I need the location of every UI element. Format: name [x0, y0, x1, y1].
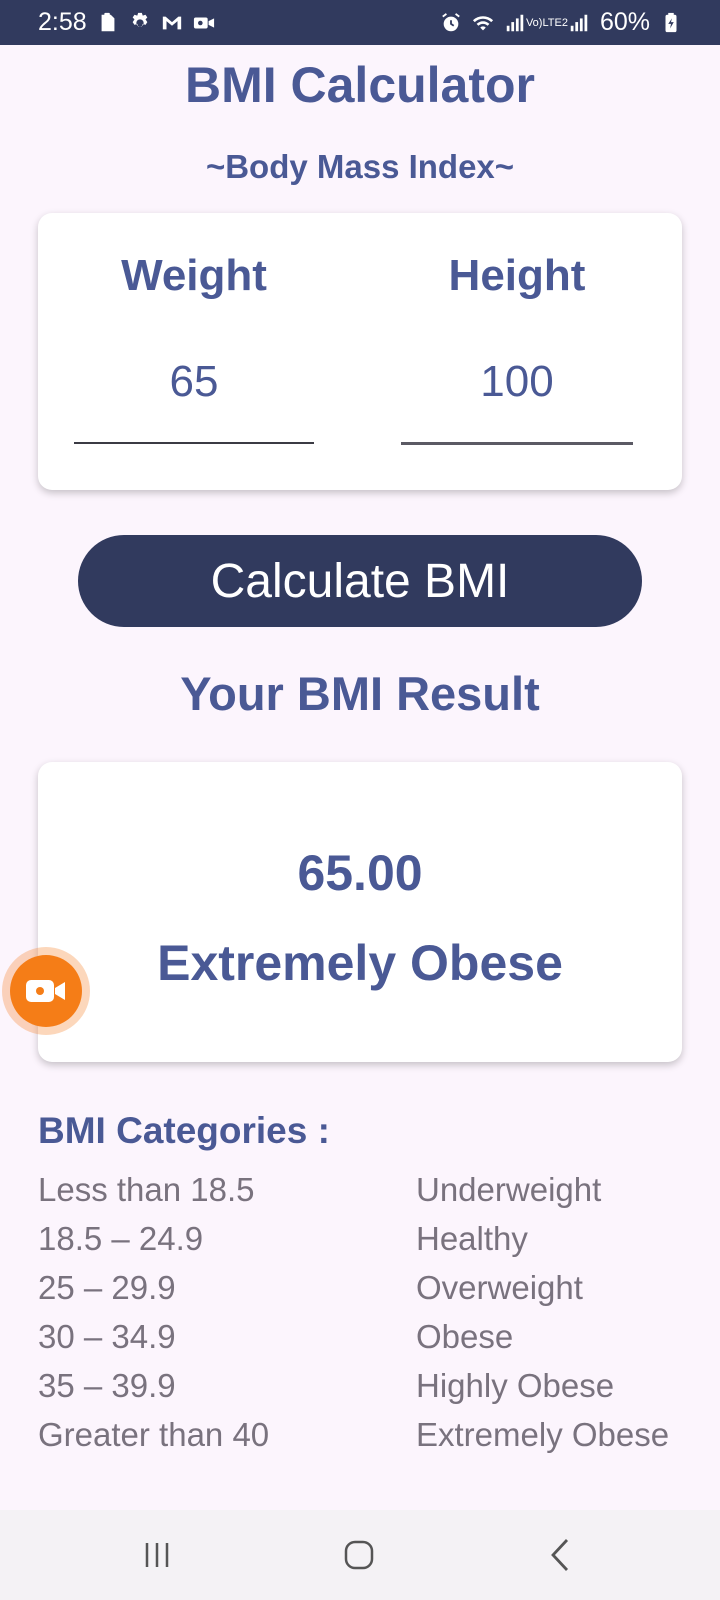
weight-input[interactable]: 65 [74, 357, 314, 407]
category-row: 35 – 39.9 Highly Obese [38, 1361, 682, 1410]
weight-label: Weight [121, 251, 267, 300]
app-subtitle: ~Body Mass Index~ [205, 148, 515, 185]
alarm-icon [440, 12, 462, 34]
screen-recorder-button[interactable] [2, 947, 90, 1035]
height-field-group: Height 100 [401, 213, 633, 490]
category-row: 18.5 – 24.9 Healthy [38, 1214, 682, 1263]
wifi-icon [472, 12, 494, 34]
category-row: 25 – 29.9 Overweight [38, 1263, 682, 1312]
signal-icon [504, 12, 526, 34]
video-camera-icon [10, 955, 82, 1027]
height-label: Height [448, 251, 586, 300]
result-heading: Your BMI Result [180, 667, 540, 720]
category-range: 35 – 39.9 [38, 1367, 176, 1404]
height-input[interactable]: 100 [401, 357, 633, 407]
category-label: Healthy [416, 1220, 528, 1257]
category-row: 30 – 34.9 Obese [38, 1312, 682, 1361]
clipboard-icon [97, 12, 119, 34]
gmail-icon [161, 12, 183, 34]
status-bar: 2:58 Vo) LTE2 60% [0, 0, 720, 45]
category-row: Greater than 40 Extremely Obese [38, 1410, 682, 1459]
bmi-value: 65.00 [297, 845, 423, 901]
category-label: Highly Obese [416, 1367, 615, 1404]
category-label: Obese [416, 1318, 514, 1355]
video-record-icon [193, 12, 215, 34]
categories-heading: BMI Categories : [38, 1110, 330, 1151]
input-card: Weight 65 Height 100 [38, 213, 682, 490]
category-label: Extremely Obese [416, 1416, 670, 1453]
height-input-underline [401, 442, 633, 445]
volte-icon: Vo) LTE2 [525, 16, 568, 29]
category-range: Greater than 40 [38, 1416, 270, 1453]
battery-icon [660, 12, 682, 34]
battery-percentage: 60% [599, 8, 650, 36]
category-range: 25 – 29.9 [38, 1269, 176, 1306]
categories-table: Less than 18.5 Underweight 18.5 – 24.9 H… [38, 1165, 682, 1459]
category-range: 18.5 – 24.9 [38, 1220, 204, 1257]
settings-icon [129, 12, 151, 34]
category-label: Underweight [416, 1171, 602, 1208]
category-range: 30 – 34.9 [38, 1318, 176, 1355]
app-title: BMI Calculator [184, 57, 536, 113]
weight-field-group: Weight 65 [74, 213, 314, 490]
signal-icon [568, 12, 590, 34]
result-card: 65.00 Extremely Obese [38, 762, 682, 1062]
category-label: Overweight [416, 1269, 583, 1306]
calculate-bmi-button[interactable]: Calculate BMI [78, 535, 642, 627]
back-icon[interactable] [538, 1532, 584, 1578]
recent-apps-icon[interactable] [134, 1532, 180, 1578]
bmi-category: Extremely Obese [157, 935, 563, 991]
category-range: Less than 18.5 [38, 1171, 255, 1208]
home-icon[interactable] [336, 1532, 382, 1578]
weight-input-underline [74, 442, 314, 444]
navigation-bar [0, 1510, 720, 1600]
status-time: 2:58 [38, 8, 87, 36]
category-row: Less than 18.5 Underweight [38, 1165, 682, 1214]
